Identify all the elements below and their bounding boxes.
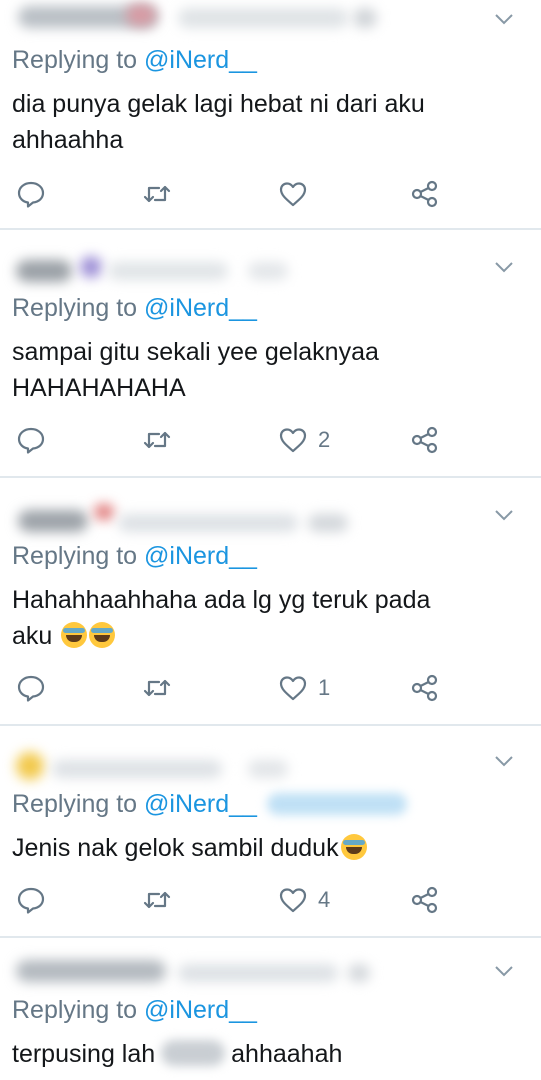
reply-icon <box>17 427 45 454</box>
reply-button[interactable] <box>16 880 46 920</box>
reply-button[interactable] <box>16 420 46 460</box>
tweet-text-line: ahhaahah <box>231 1040 343 1068</box>
replying-handle-link[interactable]: @iNerd__ <box>144 790 257 818</box>
blurred-user-header <box>8 504 398 538</box>
share-icon <box>411 426 438 454</box>
laughing-emoji-icon <box>89 622 116 648</box>
blurred-user-header <box>8 256 398 286</box>
retweet-icon <box>143 185 171 203</box>
like-count: 4 <box>318 887 331 912</box>
replying-to-line: Replying to @iNerd__ <box>12 790 407 819</box>
retweet-icon <box>143 431 171 449</box>
reply-icon <box>17 887 45 914</box>
reply-tweet[interactable]: Replying to @iNerd__ Jenis nak gelok sam… <box>0 726 541 936</box>
tweet-text: Jenis nak gelok sambil duduk <box>12 830 512 866</box>
retweet-button[interactable] <box>142 880 172 920</box>
reply-icon <box>17 675 45 702</box>
tweet-actions: 4 <box>0 880 541 920</box>
reply-tweet[interactable]: Replying to @iNerd__ terpusing lah ahhaah… <box>0 938 541 1080</box>
share-button[interactable] <box>410 420 440 460</box>
blurred-handle <box>266 793 407 815</box>
like-count: 1 <box>318 675 331 700</box>
tweet-text-line: Hahahhaahhaha ada lg yg teruk pada <box>12 586 431 614</box>
replying-to-line: Replying to @iNerd__ <box>12 294 257 323</box>
reply-button[interactable] <box>16 174 46 214</box>
replying-handle-link[interactable]: @iNerd__ <box>144 46 257 74</box>
replying-prefix: Replying to <box>12 790 145 818</box>
chevron-down-icon[interactable] <box>493 750 515 772</box>
tweet-actions: 1 <box>0 668 541 708</box>
tweet-text-line: terpusing lah <box>12 1040 156 1068</box>
tweet-actions <box>0 174 541 214</box>
reply-button[interactable] <box>16 668 46 708</box>
chevron-down-icon[interactable] <box>493 504 515 526</box>
retweet-button[interactable] <box>142 420 172 460</box>
like-button[interactable] <box>278 174 318 214</box>
share-button[interactable] <box>410 668 440 708</box>
retweet-icon <box>143 679 171 697</box>
share-icon <box>411 180 438 208</box>
share-icon <box>411 886 438 914</box>
reply-tweet[interactable]: Replying to @iNerd__ dia punya gelak lag… <box>0 0 541 228</box>
replying-prefix: Replying to <box>12 996 145 1024</box>
like-icon <box>279 676 307 701</box>
tweet-text-line: aku <box>12 622 53 650</box>
blurred-user-header <box>8 958 398 988</box>
replying-prefix: Replying to <box>12 542 145 570</box>
retweet-button[interactable] <box>142 668 172 708</box>
tweet-text-line: Jenis nak gelok sambil duduk <box>12 834 339 862</box>
like-icon <box>279 182 307 207</box>
like-icon <box>279 428 307 453</box>
chevron-down-icon[interactable] <box>493 8 515 30</box>
reply-tweet[interactable]: Replying to @iNerd__ Hahahhaahhaha ada l… <box>0 478 541 724</box>
tweet-text: dia punya gelak lagi hebat ni dari aku a… <box>12 86 512 158</box>
tweet-actions: 2 <box>0 420 541 460</box>
tweet-text: terpusing lah ahhaahah <box>12 1036 512 1072</box>
retweet-button[interactable] <box>142 174 172 214</box>
tweet-text: sampai gitu sekali yee gelaknyaa HAHAHAH… <box>12 334 512 406</box>
like-button[interactable]: 1 <box>278 668 330 708</box>
like-count: 2 <box>318 427 331 452</box>
laughing-emoji-icon <box>340 834 367 860</box>
like-icon <box>279 888 307 913</box>
blurred-user-header <box>8 4 398 34</box>
tweet-text-line: HAHAHAHAHA <box>12 374 186 402</box>
laughing-emoji-icon <box>61 622 88 648</box>
replying-prefix: Replying to <box>12 46 145 74</box>
tweet-text: Hahahhaahhaha ada lg yg teruk pada aku <box>12 582 512 654</box>
replying-handle-link[interactable]: @iNerd__ <box>144 294 257 322</box>
chevron-down-icon[interactable] <box>493 256 515 278</box>
replying-handle-link[interactable]: @iNerd__ <box>144 542 257 570</box>
tweet-text-line: sampai gitu sekali yee gelaknyaa <box>12 338 379 366</box>
blurred-user-header <box>8 752 398 782</box>
chevron-down-icon[interactable] <box>493 960 515 982</box>
tweet-text-line: ahhaahha <box>12 126 124 154</box>
reply-tweet[interactable]: Replying to @iNerd__ sampai gitu sekali … <box>0 230 541 476</box>
share-button[interactable] <box>410 174 440 214</box>
replying-to-line: Replying to @iNerd__ <box>12 996 257 1025</box>
replying-prefix: Replying to <box>12 294 145 322</box>
share-icon <box>411 674 438 702</box>
retweet-icon <box>143 891 171 909</box>
replying-to-line: Replying to @iNerd__ <box>12 46 257 75</box>
like-button[interactable]: 4 <box>278 880 330 920</box>
reply-icon <box>17 181 45 208</box>
replying-handle-link[interactable]: @iNerd__ <box>144 996 257 1024</box>
replying-to-line: Replying to @iNerd__ <box>12 542 257 571</box>
blurred-mention <box>161 1040 226 1066</box>
tweet-text-line: dia punya gelak lagi hebat ni dari aku <box>12 90 425 118</box>
share-button[interactable] <box>410 880 440 920</box>
like-button[interactable]: 2 <box>278 420 330 460</box>
